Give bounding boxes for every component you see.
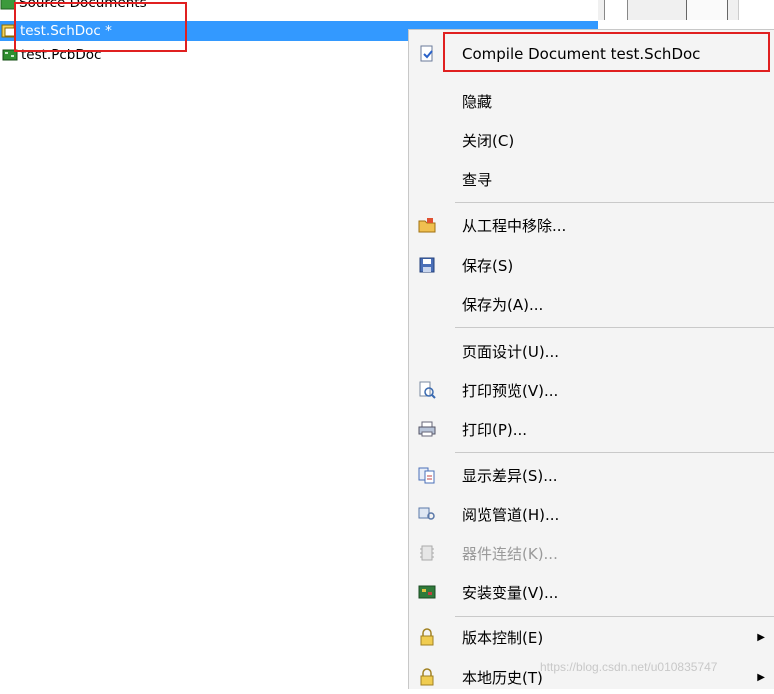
tree-item-label: test.SchDoc *: [20, 23, 112, 39]
menu-separator: [455, 202, 774, 203]
channel-icon: [417, 505, 437, 523]
menu-item-compile-document[interactable]: Compile Document test.SchDoc: [409, 37, 774, 71]
menu-item-label: 本地历史(T): [462, 668, 543, 687]
menu-item-assembly-variants[interactable]: 安装变量(V)...: [409, 575, 774, 609]
schematic-doc-icon: [1, 24, 16, 38]
context-menu: Compile Document test.SchDoc 隐藏 关闭(C) 查寻…: [408, 29, 774, 689]
menu-item-label: 显示差异(S)...: [462, 466, 558, 485]
menu-item-find[interactable]: 查寻: [409, 162, 774, 196]
menu-item-label: 安装变量(V)...: [462, 583, 559, 602]
lock-icon: [417, 628, 437, 646]
menu-item-print[interactable]: 打印(P)...: [409, 412, 774, 446]
menu-separator: [455, 616, 774, 617]
menu-item-save-as[interactable]: 保存为(A)...: [409, 287, 774, 321]
printer-icon: [417, 420, 437, 438]
tree-item-label: test.PcbDoc: [21, 47, 102, 63]
folder-icon: [0, 0, 16, 10]
diff-icon: [417, 466, 437, 484]
remove-folder-icon: [417, 216, 437, 234]
menu-item-print-preview[interactable]: 打印预览(V)...: [409, 373, 774, 407]
menu-item-version-control[interactable]: 版本控制(E) ▶: [409, 620, 774, 654]
print-preview-icon: [417, 381, 437, 399]
menu-separator: [455, 327, 774, 328]
tree-item-pcbdoc[interactable]: test.PcbDoc: [0, 45, 101, 65]
menu-item-hide[interactable]: 隐藏: [409, 84, 774, 118]
menu-separator: [455, 452, 774, 453]
tree-item-label: Source Documents: [19, 0, 147, 11]
menu-item-component-links[interactable]: 器件连结(K)...: [409, 536, 774, 570]
menu-item-label: 版本控制(E): [462, 628, 544, 647]
submenu-arrow-icon: ▶: [757, 631, 765, 643]
menu-item-show-differences[interactable]: 显示差异(S)...: [409, 458, 774, 492]
menu-item-label: 打印预览(V)...: [462, 381, 559, 400]
pcb-doc-icon: [2, 49, 18, 61]
save-icon: [417, 256, 437, 274]
menu-item-label: 查寻: [462, 170, 493, 189]
submenu-arrow-icon: ▶: [757, 671, 765, 683]
component-link-icon: [417, 544, 437, 562]
menu-item-label: 打印(P)...: [462, 420, 528, 439]
variant-icon: [417, 583, 437, 601]
lock-icon: [417, 668, 437, 686]
menu-item-label: 页面设计(U)...: [462, 342, 559, 361]
menu-item-close[interactable]: 关闭(C): [409, 123, 774, 157]
menu-item-page-setup[interactable]: 页面设计(U)...: [409, 334, 774, 368]
menu-item-remove-from-project[interactable]: 从工程中移除...: [409, 208, 774, 242]
menu-item-label: Compile Document test.SchDoc: [462, 45, 701, 63]
tree-item-source-documents[interactable]: Source Documents: [0, 0, 147, 13]
compile-icon: [417, 45, 437, 63]
background-panel: [598, 0, 774, 20]
menu-item-label: 隐藏: [462, 92, 493, 111]
menu-item-label: 器件连结(K)...: [462, 544, 558, 563]
menu-item-label: 从工程中移除...: [462, 216, 567, 235]
watermark: https://blog.csdn.net/u010835747: [540, 660, 718, 674]
menu-item-label: 保存(S): [462, 256, 514, 275]
menu-item-browse-channels[interactable]: 阅览管道(H)...: [409, 497, 774, 531]
menu-item-label: 关闭(C): [462, 131, 515, 150]
menu-item-label: 保存为(A)...: [462, 295, 544, 314]
menu-item-label: 阅览管道(H)...: [462, 505, 560, 524]
menu-item-save[interactable]: 保存(S): [409, 248, 774, 282]
